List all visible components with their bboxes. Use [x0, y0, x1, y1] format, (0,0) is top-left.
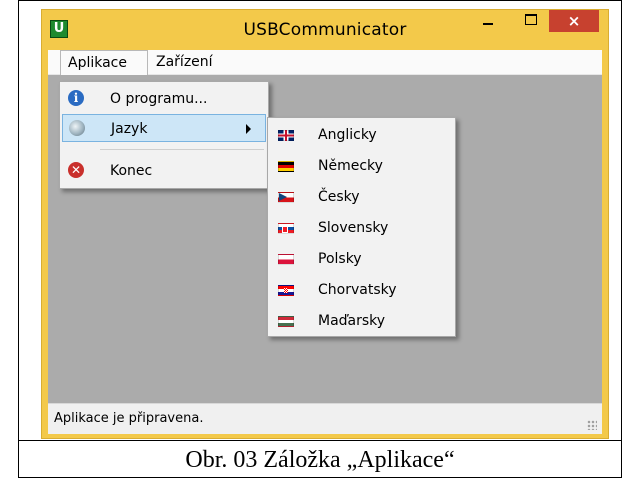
flag-sk-icon	[278, 223, 294, 234]
menu-item-label: O programu...	[110, 91, 208, 107]
maximize-button[interactable]	[511, 10, 551, 32]
menu-item-label: Anglicky	[318, 127, 377, 143]
menu-item-label: Jazyk	[111, 121, 148, 137]
submenu-arrow-icon	[246, 124, 251, 134]
menu-item-slovensky[interactable]: Slovensky	[270, 214, 453, 242]
menu-separator	[100, 149, 264, 150]
menu-item-cesky[interactable]: Česky	[270, 183, 453, 211]
jazyk-submenu: Anglicky Německy Česky Slovensky Polsky …	[267, 117, 456, 337]
globe-icon	[69, 120, 85, 136]
title-bar[interactable]: U USBCommunicator ×	[42, 10, 608, 50]
resize-grip-icon[interactable]	[587, 420, 597, 430]
menu-item-label: Polsky	[318, 251, 362, 267]
flag-de-icon	[278, 161, 294, 172]
figure-caption: Obr. 03 Záložka „Aplikace“	[185, 447, 455, 473]
menu-bar: Aplikace Zařízení	[48, 50, 602, 75]
flag-uk-icon	[278, 130, 294, 141]
status-text: Aplikace je připravena.	[54, 411, 204, 426]
menu-item-nemecky[interactable]: Německy	[270, 152, 453, 180]
menu-aplikace[interactable]: Aplikace	[60, 50, 148, 75]
info-icon: i	[68, 90, 84, 106]
exit-icon: ✕	[68, 162, 84, 178]
menu-item-jazyk[interactable]: Jazyk	[62, 114, 266, 142]
minimize-button[interactable]	[468, 10, 508, 32]
menu-item-o-programu[interactable]: i O programu...	[62, 85, 266, 113]
menu-item-label: Konec	[110, 163, 153, 179]
flag-hr-icon	[278, 285, 294, 296]
document-table-divider	[18, 440, 622, 441]
menu-item-label: Německy	[318, 158, 383, 174]
menu-item-label: Česky	[318, 189, 360, 205]
close-button[interactable]: ×	[549, 10, 599, 32]
menu-item-madarsky[interactable]: Maďarsky	[270, 307, 453, 335]
menu-item-anglicky[interactable]: Anglicky	[270, 121, 453, 149]
flag-hu-icon	[278, 316, 294, 327]
menu-item-label: Chorvatsky	[318, 282, 397, 298]
aplikace-dropdown: i O programu... Jazyk ✕ Konec	[59, 81, 269, 189]
flag-cz-icon	[278, 192, 294, 203]
menu-item-chorvatsky[interactable]: Chorvatsky	[270, 276, 453, 304]
menu-zarizeni[interactable]: Zařízení	[149, 50, 229, 74]
status-bar: Aplikace je připravena.	[48, 403, 602, 434]
flag-pl-icon	[278, 254, 294, 265]
menu-item-label: Slovensky	[318, 220, 389, 236]
menu-item-polsky[interactable]: Polsky	[270, 245, 453, 273]
menu-item-konec[interactable]: ✕ Konec	[62, 157, 266, 185]
menu-item-label: Maďarsky	[318, 313, 386, 329]
